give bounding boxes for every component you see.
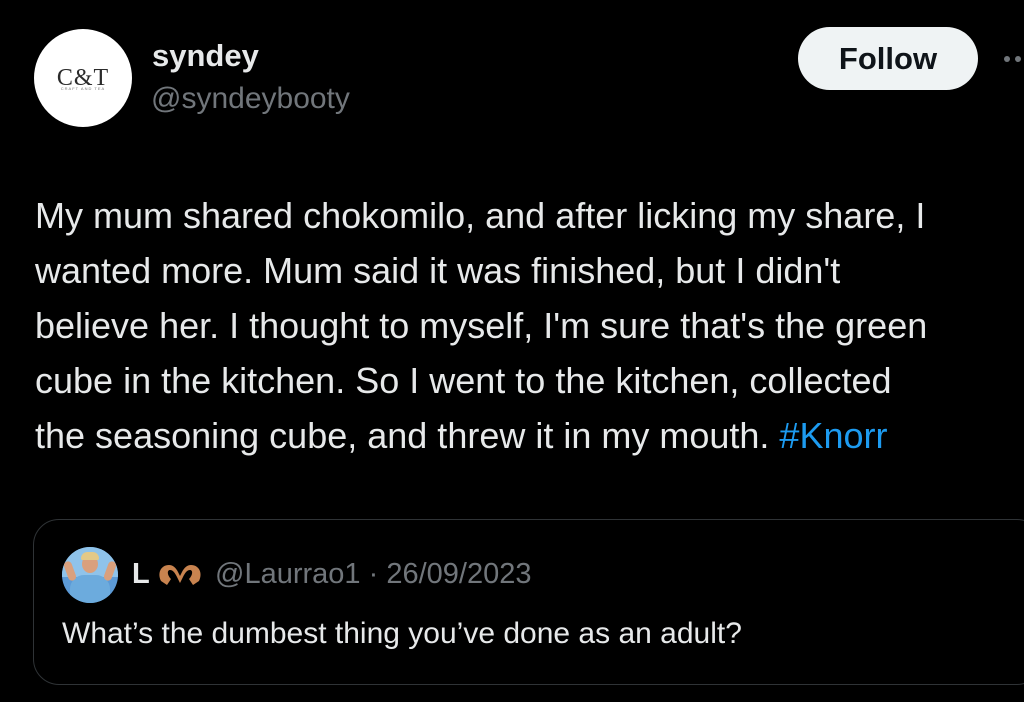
tweet-line-text: the seasoning cube, and threw it in my m… — [35, 415, 780, 456]
quoted-author-avatar[interactable] — [62, 547, 118, 603]
author-handle[interactable]: @syndeybooty — [151, 82, 350, 116]
tweet-text: My mum shared chokomilo, and after licki… — [35, 188, 1024, 463]
author-avatar[interactable]: C&T CRAFT AND TEA — [34, 29, 132, 127]
author-display-name[interactable]: syndey — [152, 38, 259, 74]
tweet-line: wanted more. Mum said it was finished, b… — [35, 250, 841, 291]
quoted-author-handle[interactable]: @Laurrao1 — [215, 558, 361, 590]
tweet-line-last: the seasoning cube, and threw it in my m… — [35, 408, 1024, 463]
quoted-date[interactable]: 26/09/2023 — [386, 558, 531, 590]
more-horizontal-icon[interactable] — [1004, 56, 1024, 64]
avatar-subtext: CRAFT AND TEA — [60, 86, 106, 91]
quoted-meta: @Laurrao1 · 26/09/2023 — [215, 558, 531, 591]
heart-hands-icon — [159, 565, 201, 585]
tweet-line: believe her. I thought to myself, I'm su… — [35, 305, 928, 346]
hashtag-link[interactable]: #Knorr — [779, 415, 887, 456]
quoted-tweet-text: What’s the dumbest thing you’ve done as … — [62, 617, 742, 650]
tweet-line: My mum shared chokomilo, and after licki… — [35, 195, 926, 236]
tweet-line: cube in the kitchen. So I went to the ki… — [35, 360, 892, 401]
quoted-tweet-card[interactable]: L @Laurrao1 · 26/09/2023 What’s the dumb… — [33, 519, 1024, 685]
meta-separator: · — [360, 558, 387, 590]
quoted-author-name[interactable]: L — [132, 558, 150, 591]
follow-button[interactable]: Follow — [798, 27, 978, 90]
